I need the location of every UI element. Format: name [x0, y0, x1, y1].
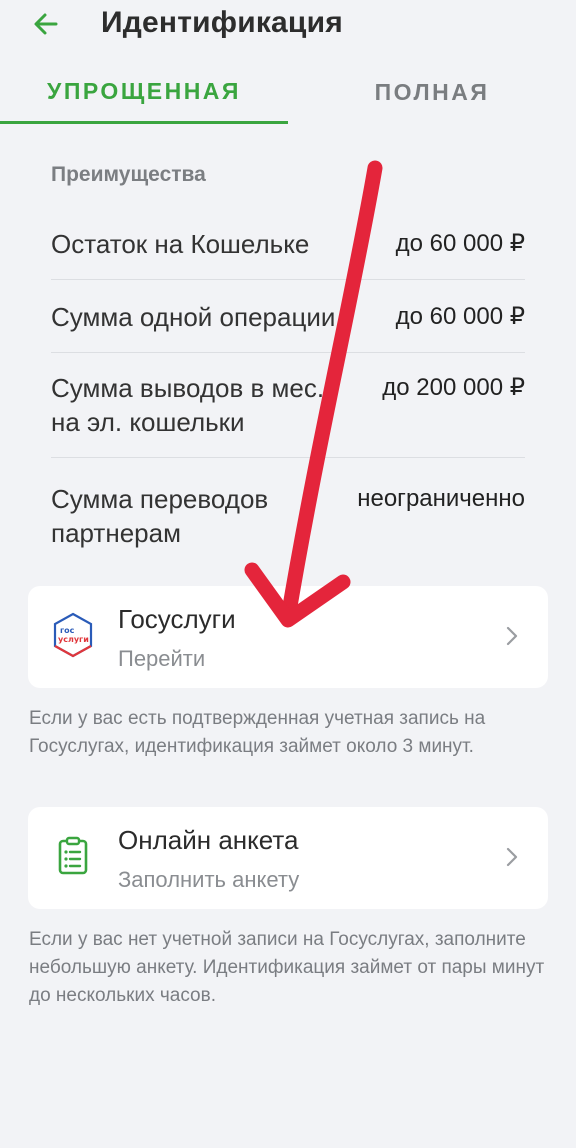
gosuslugi-subtitle: Перейти — [118, 646, 206, 671]
benefit-label: Сумма одной операции — [51, 302, 336, 332]
benefit-value: до 60 000 ₽ — [395, 230, 525, 257]
online-form-subtitle: Заполнить анкету — [118, 867, 300, 892]
chevron-right-icon — [506, 626, 518, 646]
online-form-card[interactable]: Онлайн анкета Заполнить анкету — [28, 807, 548, 909]
benefit-row: Сумма одной операции до 60 000 ₽ — [51, 280, 525, 353]
back-button[interactable] — [28, 6, 64, 42]
benefit-value: неограниченно — [357, 485, 525, 512]
app-header: Идентификация — [0, 0, 576, 52]
benefit-value: до 60 000 ₽ — [395, 303, 525, 330]
gosuslugi-card[interactable]: гос услуги Госуслуги Перейти — [28, 586, 548, 688]
online-form-title: Онлайн анкета — [118, 825, 299, 855]
benefit-row: Остаток на Кошельке до 60 000 ₽ — [51, 205, 525, 280]
arrow-left-icon — [34, 13, 58, 35]
benefit-row: Сумма выводов в мес. на эл. кошельки до … — [51, 353, 525, 458]
benefit-label: Сумма выводов в мес. на эл. кошельки — [51, 373, 325, 437]
benefit-value: до 200 000 ₽ — [382, 374, 525, 401]
chevron-right-icon — [506, 847, 518, 867]
logo-text-top: гос — [60, 626, 75, 635]
clipboard-list-icon — [58, 836, 88, 875]
tab-full[interactable]: ПОЛНАЯ — [288, 62, 576, 122]
benefits-title: Преимущества — [51, 163, 206, 186]
online-form-note: Если у вас нет учетной записи на Госуслу… — [29, 929, 545, 1006]
gosuslugi-note: Если у вас есть подтвержденная учетная з… — [29, 708, 486, 757]
tab-simplified[interactable]: УПРОЩЕННАЯ — [0, 62, 288, 124]
identification-screen: Идентификация УПРОЩЕННАЯ ПОЛНАЯ Преимуще… — [0, 0, 576, 1148]
gosuslugi-logo-icon: гос услуги — [53, 612, 93, 658]
benefit-row: Сумма переводов партнерам неограниченно — [51, 458, 525, 558]
benefit-label: Сумма переводов партнерам — [51, 484, 269, 548]
gosuslugi-title: Госуслуги — [118, 604, 236, 634]
tab-bar: УПРОЩЕННАЯ ПОЛНАЯ — [0, 62, 576, 124]
logo-text-bottom: услуги — [58, 635, 89, 644]
benefits-list: Остаток на Кошельке до 60 000 ₽ Сумма од… — [51, 205, 525, 558]
benefit-label: Остаток на Кошельке — [51, 229, 310, 259]
page-title: Идентификация — [101, 6, 343, 39]
